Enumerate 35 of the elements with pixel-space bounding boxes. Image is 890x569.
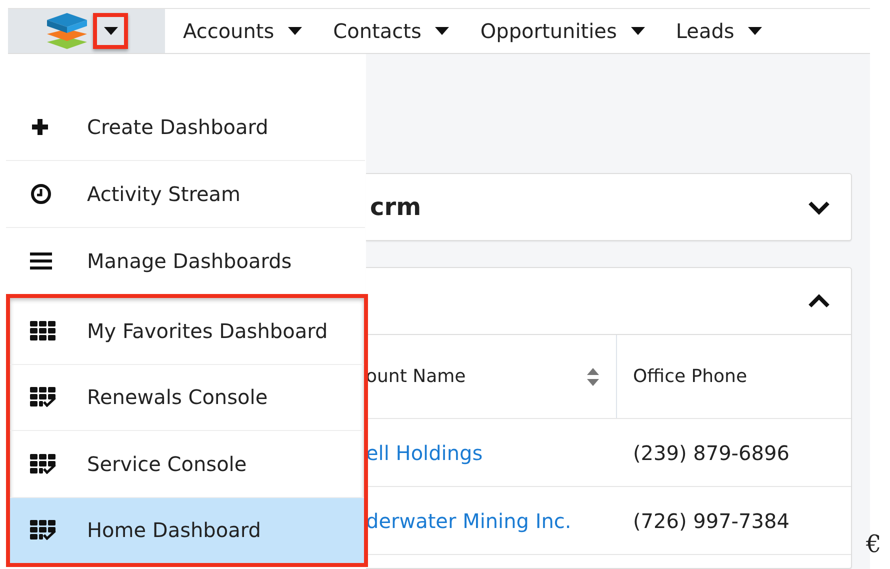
stacked-layers-logo-icon[interactable]	[45, 11, 89, 51]
grid-icon	[30, 320, 56, 341]
table-cell: (726) 997-7384	[633, 508, 790, 532]
account-link[interactable]: derwater Mining Inc.	[366, 508, 572, 532]
nav-tab[interactable]: Accounts	[183, 19, 316, 43]
grid-check-icon	[30, 454, 56, 474]
menu-item[interactable]: Home Dashboard	[10, 498, 364, 563]
caret-icon	[435, 27, 450, 35]
caret-icon	[748, 27, 762, 35]
grid-check-icon	[30, 520, 56, 540]
chevron-icon[interactable]	[807, 200, 831, 214]
column-header[interactable]: Office Phone	[617, 335, 851, 418]
menu-item[interactable]: My Favorites Dashboard	[10, 298, 364, 364]
account-link[interactable]: ell Holdings	[366, 440, 483, 464]
plus-icon	[30, 117, 50, 137]
chevron-icon[interactable]	[807, 294, 831, 308]
caret-icon	[630, 27, 645, 35]
euro-sign: €	[866, 530, 882, 558]
sort-icon[interactable]	[586, 366, 600, 386]
table-cell: (239) 879-6896	[633, 440, 790, 464]
menu-item[interactable]: Activity Stream	[6, 161, 365, 228]
nav-tab[interactable]: Contacts	[333, 19, 462, 43]
caret-icon	[104, 27, 118, 35]
menu-item[interactable]: Create Dashboard	[6, 94, 365, 161]
column-header[interactable]: ount Name	[366, 335, 617, 418]
dashlet-title: crm	[370, 193, 422, 221]
clock-icon	[30, 183, 52, 205]
menu-item[interactable]: Manage Dashboards	[6, 228, 365, 294]
menu-item[interactable]: Renewals Console	[10, 364, 364, 431]
nav-tab[interactable]: Leads	[676, 19, 776, 43]
nav-tab[interactable]: Opportunities	[480, 19, 658, 43]
menu-icon	[30, 252, 52, 270]
menu-dropdown-button[interactable]	[93, 13, 128, 49]
grid-check-icon	[30, 387, 56, 408]
caret-icon	[288, 27, 302, 35]
